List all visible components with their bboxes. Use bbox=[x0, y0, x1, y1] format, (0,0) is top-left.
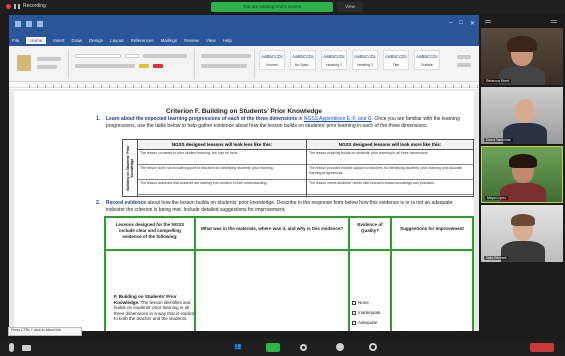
style-option[interactable]: AaBbCcDc Normal bbox=[259, 50, 285, 70]
participant-name: David Tamichak bbox=[484, 138, 513, 142]
checkbox-icon bbox=[352, 310, 356, 315]
ngss-cell-more: The lesson meets students’ needs with re… bbox=[307, 180, 473, 195]
ngss-cell-less: The lesson does not include support to t… bbox=[138, 165, 306, 180]
share-screen-button[interactable] bbox=[266, 343, 280, 352]
reactions-button[interactable] bbox=[336, 343, 344, 351]
gallery-header bbox=[481, 16, 563, 26]
ribbon-tab-draw[interactable]: Draw bbox=[72, 38, 83, 43]
quality-option-inadequate[interactable]: Inadequate bbox=[352, 310, 381, 315]
close-icon[interactable]: ✕ bbox=[470, 20, 475, 27]
step-1-text: 1. Learn about the expected learning pro… bbox=[96, 116, 460, 129]
window-controls: – □ ✕ bbox=[449, 20, 475, 27]
zoom-top-bar: Recording You are viewing Ann's screen V… bbox=[0, 0, 565, 19]
end-meeting-button[interactable] bbox=[530, 343, 554, 352]
ribbon-tab-insert[interactable]: Insert bbox=[53, 38, 64, 43]
quality-option-adequate[interactable]: Adequate bbox=[352, 320, 377, 325]
ngss-head-left: NGSS designed lessons will look less lik… bbox=[138, 140, 306, 150]
zoom-meeting-window: Recording You are viewing Ann's screen V… bbox=[0, 0, 565, 356]
menu-icon[interactable] bbox=[551, 20, 557, 23]
font-group bbox=[71, 49, 195, 79]
quality-option-none[interactable]: None bbox=[352, 300, 369, 305]
recording-indicator[interactable]: Recording bbox=[6, 3, 46, 9]
word-title-bar: – □ ✕ bbox=[9, 15, 479, 35]
highlight-icon[interactable] bbox=[139, 64, 149, 68]
style-option[interactable]: AaBbCcDc No Spac... bbox=[290, 50, 316, 70]
evidence-table: Lessons designed for the NGSS include cl… bbox=[104, 216, 474, 331]
zoom-toolbar: 👥 bbox=[0, 339, 565, 356]
view-options-button[interactable]: View Options bbox=[337, 2, 363, 19]
participant-name: Jake Bennett bbox=[484, 256, 509, 260]
evidence-col-criteria: Lessons designed for the NGSS include cl… bbox=[106, 218, 194, 251]
video-button[interactable] bbox=[22, 345, 31, 351]
ngss-cell-less: The lesson connects to prior student lea… bbox=[138, 150, 306, 165]
participants-button[interactable]: 👥 bbox=[234, 343, 241, 352]
checkbox-icon bbox=[352, 320, 356, 325]
quick-access-toolbar bbox=[15, 21, 43, 27]
maximize-icon[interactable]: □ bbox=[459, 20, 463, 27]
ribbon-tab-help[interactable]: Help bbox=[223, 38, 232, 43]
ribbon: AaBbCcDc Normal AaBbCcDc No Spac... AaBbCcDc… bbox=[9, 46, 479, 82]
ribbon-tab-home[interactable]: Home bbox=[26, 37, 47, 44]
redo-icon[interactable] bbox=[37, 21, 43, 27]
font-size-box[interactable] bbox=[125, 54, 139, 58]
ribbon-tab-view[interactable]: View bbox=[206, 38, 216, 43]
participant-tile[interactable]: Rebecca Ebert bbox=[481, 28, 563, 85]
ribbon-tab-file[interactable]: File bbox=[12, 38, 19, 43]
ribbon-tab-review[interactable]: Review bbox=[184, 38, 199, 43]
ngss-side-label: Building on Students’ Prior Knowledge bbox=[123, 140, 138, 196]
participant-name: Rebecca Ebert bbox=[484, 79, 512, 83]
style-option[interactable]: AaBbCcDc Subtitle bbox=[414, 50, 440, 70]
font-name-box[interactable] bbox=[75, 54, 121, 58]
paste-icon[interactable] bbox=[17, 55, 31, 71]
ribbon-tab-references[interactable]: References bbox=[131, 38, 154, 43]
clipboard-group bbox=[9, 49, 69, 79]
style-option[interactable]: AaBbCcDc Title bbox=[383, 50, 409, 70]
paragraph-group bbox=[197, 49, 255, 79]
participant-face bbox=[515, 99, 535, 123]
recording-label: Recording bbox=[23, 3, 46, 9]
record-dot-icon bbox=[6, 3, 11, 9]
ruler bbox=[9, 82, 479, 88]
ngss-cell-less: The lesson assumes that students are sta… bbox=[138, 180, 306, 195]
evidence-col-quality: Evidence of Quality? bbox=[350, 218, 390, 251]
link-tooltip: Press CTRL + click to follow link bbox=[8, 327, 82, 336]
ribbon-tab-mailings[interactable]: Mailings bbox=[161, 38, 178, 43]
ngss-cell-more: The lesson provides explicit support to … bbox=[307, 165, 473, 180]
style-option[interactable]: AaBbCcDc Heading 2 bbox=[352, 50, 378, 70]
ribbon-tab-design[interactable]: Design bbox=[89, 38, 103, 43]
checkbox-icon bbox=[352, 300, 356, 305]
grid-view-icon[interactable] bbox=[485, 20, 491, 23]
ngss-cell-more: The lesson explicitly builds on students… bbox=[307, 150, 473, 165]
minimize-icon[interactable]: – bbox=[449, 20, 452, 27]
record-button[interactable] bbox=[300, 344, 307, 351]
screen-share-banner[interactable]: You are viewing Ann's screen bbox=[211, 2, 333, 12]
evidence-col-suggestions: Suggestions for Improvement bbox=[392, 218, 472, 251]
ngss-appendices-link[interactable]: NGSS Appendices E, F, and G bbox=[304, 116, 372, 122]
participant-tile-active-speaker[interactable]: Maya Lopez bbox=[481, 146, 563, 203]
shared-word-window: – □ ✕ File Home Insert Draw Design Layout Refe… bbox=[9, 15, 479, 331]
criterion-f-description: F. Building on Students’ Prior Knowledge… bbox=[114, 294, 199, 322]
editing-group bbox=[453, 49, 477, 79]
participant-name: Maya Lopez bbox=[485, 196, 509, 200]
step-2-text: 2. Record evidence about how the lesson … bbox=[96, 200, 453, 213]
pause-icon bbox=[14, 3, 20, 9]
evidence-col-materials: What was in the materials, where was it,… bbox=[196, 218, 348, 251]
ribbon-tabs: File Home Insert Draw Design Layout References… bbox=[9, 35, 479, 46]
style-option[interactable]: AaBbCcDc Heading 1 bbox=[321, 50, 347, 70]
participant-tile[interactable]: Jake Bennett bbox=[481, 205, 563, 262]
mute-button[interactable] bbox=[9, 343, 14, 352]
save-icon[interactable] bbox=[15, 21, 21, 27]
participant-tile[interactable]: David Tamichak bbox=[481, 87, 563, 144]
ngss-comparison-table: Building on Students’ Prior Knowledge NG… bbox=[122, 139, 474, 197]
criterion-title: Criterion F. Building on Students’ Prior… bbox=[165, 108, 322, 115]
more-button[interactable] bbox=[369, 343, 377, 351]
ribbon-tab-layout[interactable]: Layout bbox=[110, 38, 124, 43]
undo-icon[interactable] bbox=[26, 21, 32, 27]
font-color-icon[interactable] bbox=[153, 64, 163, 68]
ngss-head-right: NGSS designed lessons will look more lik… bbox=[307, 140, 473, 150]
